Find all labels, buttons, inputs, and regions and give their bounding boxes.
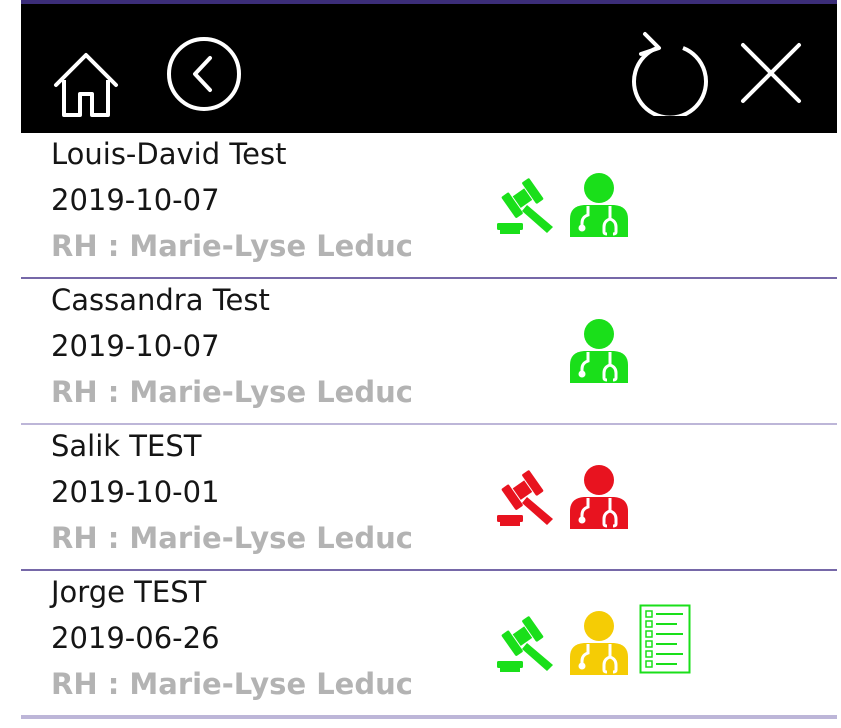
employee-name: Louis-David Test: [51, 137, 287, 171]
employee-row[interactable]: Louis-David Test 2019-10-07 RH : Marie-Lys…: [21, 133, 837, 279]
doctor-icon: [568, 611, 630, 675]
close-icon: [741, 43, 801, 103]
doctor-icon: [568, 465, 630, 529]
employee-date: 2019-10-07: [51, 329, 220, 363]
refresh-button[interactable]: [627, 26, 713, 116]
employee-date: 2019-06-26: [51, 621, 220, 655]
doctor-icon: [568, 319, 630, 383]
gavel-icon: [497, 178, 557, 236]
gavel-icon: [497, 470, 557, 528]
gavel-icon: [497, 616, 557, 674]
employee-name: Salik TEST: [51, 429, 202, 463]
employee-row[interactable]: Jorge TEST 2019-06-26 RH : Marie-Lyse Ledu…: [21, 571, 837, 717]
employee-row[interactable]: Salik TEST 2019-10-01 RH : Marie-Lyse Ledu…: [21, 425, 837, 571]
home-button[interactable]: [51, 50, 121, 120]
employee-rh: RH : Marie-Lyse Leduc: [51, 667, 413, 701]
employee-row[interactable]: Cassandra Test 2019-10-07 RH : Marie-Lyse …: [21, 279, 837, 425]
list-bottom-divider: [21, 717, 837, 719]
employee-rh: RH : Marie-Lyse Leduc: [51, 521, 413, 555]
home-icon: [54, 53, 118, 117]
employee-name: Jorge TEST: [51, 575, 207, 609]
close-button[interactable]: [740, 42, 802, 104]
employee-rh: RH : Marie-Lyse Leduc: [51, 229, 413, 263]
doctor-icon: [568, 173, 630, 237]
employee-list: Louis-David Test 2019-10-07 RH : Marie-Lys…: [21, 133, 837, 717]
employee-date: 2019-10-01: [51, 475, 220, 509]
employee-date: 2019-10-07: [51, 183, 220, 217]
refresh-icon: [632, 32, 708, 116]
employee-name: Cassandra Test: [51, 283, 270, 317]
top-bar: [21, 4, 837, 133]
checklist-icon: [639, 604, 691, 674]
back-button[interactable]: [166, 36, 242, 112]
employee-rh: RH : Marie-Lyse Leduc: [51, 375, 413, 409]
back-circle-icon: [167, 37, 241, 111]
